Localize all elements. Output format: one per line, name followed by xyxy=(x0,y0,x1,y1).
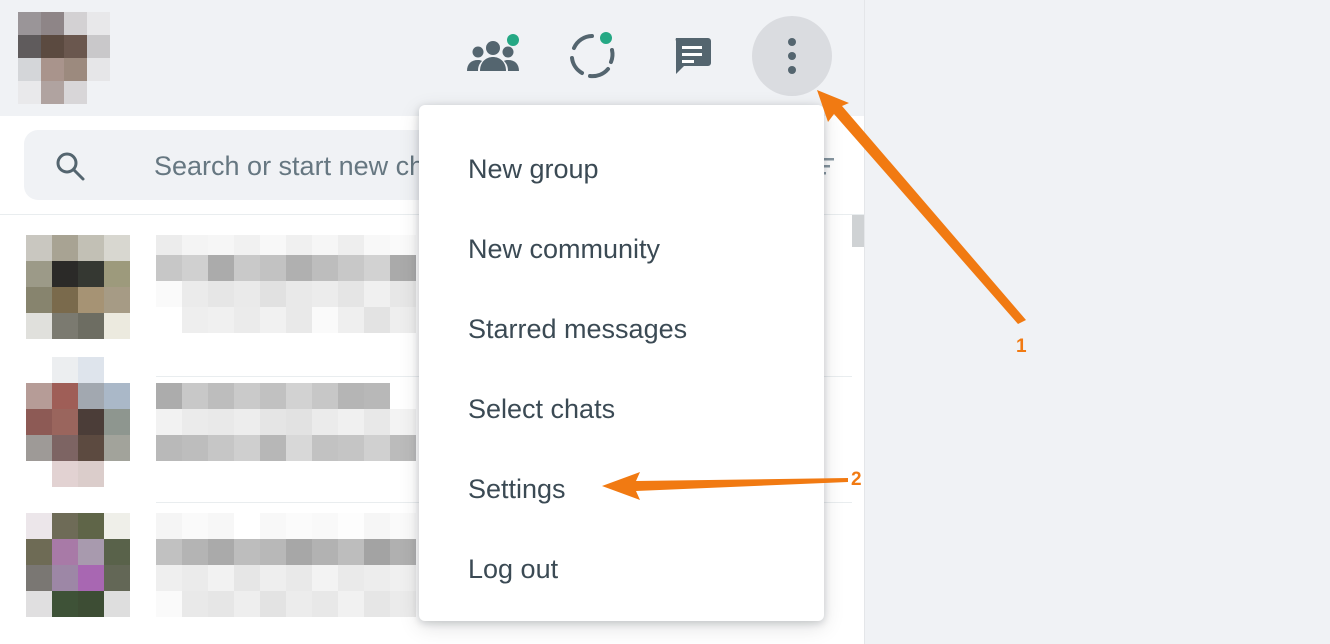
menu-item-new-group[interactable]: New group xyxy=(419,129,824,209)
menu-item-log-out[interactable]: Log out xyxy=(419,529,824,609)
scrollbar[interactable] xyxy=(852,215,864,247)
menu-item-select-chats[interactable]: Select chats xyxy=(419,369,824,449)
search-icon xyxy=(56,152,85,181)
chat-avatar xyxy=(26,357,130,487)
annotation-label-1: 1 xyxy=(1016,336,1027,357)
notification-dot-icon xyxy=(600,32,612,44)
chat-avatar xyxy=(26,235,130,365)
menu-button[interactable] xyxy=(752,16,832,96)
status-button[interactable] xyxy=(552,16,632,96)
menu-item-new-community[interactable]: New community xyxy=(419,209,824,289)
communities-icon xyxy=(467,34,519,71)
menu-item-settings[interactable]: Settings xyxy=(419,449,824,529)
new-chat-icon xyxy=(675,38,711,74)
app-header xyxy=(0,0,864,116)
menu-item-starred-messages[interactable]: Starred messages xyxy=(419,289,824,369)
notification-dot-icon xyxy=(507,34,519,46)
profile-avatar[interactable] xyxy=(18,12,110,104)
status-icon xyxy=(570,32,615,79)
menu-icon xyxy=(788,38,796,74)
overflow-menu: New group New community Starred messages… xyxy=(419,105,824,621)
communities-button[interactable] xyxy=(453,16,533,96)
new-chat-button[interactable] xyxy=(652,16,732,96)
chat-avatar xyxy=(26,513,130,643)
annotation-label-2: 2 xyxy=(851,469,862,490)
